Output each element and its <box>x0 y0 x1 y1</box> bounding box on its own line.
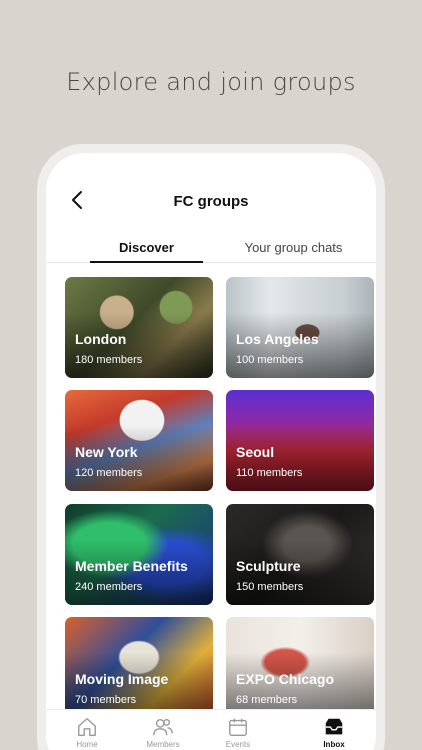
nav-label: Members <box>146 740 180 749</box>
group-name: Sculpture <box>236 558 301 574</box>
nav-inbox[interactable]: Inbox <box>304 716 364 749</box>
tab-discover[interactable]: Discover <box>90 240 203 255</box>
nav-label: Inbox <box>323 740 345 749</box>
group-name: Member Benefits <box>75 558 188 574</box>
group-card-expo-chicago[interactable]: EXPO Chicago 68 members <box>226 617 374 718</box>
group-member-count: 240 members <box>75 581 143 593</box>
group-card-london[interactable]: London 180 members <box>65 277 213 378</box>
group-name: New York <box>75 444 138 460</box>
nav-members[interactable]: Members <box>133 716 193 749</box>
calendar-icon <box>229 718 247 736</box>
group-member-count: 120 members <box>75 467 143 479</box>
phone-frame: FC groups Discover Your group chats Lond… <box>37 144 385 750</box>
group-card-member-benefits[interactable]: Member Benefits 240 members <box>65 504 213 605</box>
group-member-count: 68 members <box>236 694 298 706</box>
members-icon <box>153 718 173 736</box>
home-icon <box>78 718 96 736</box>
group-member-count: 110 members <box>236 467 303 479</box>
group-member-count: 180 members <box>75 354 143 366</box>
page-title: FC groups <box>173 193 249 210</box>
group-member-count: 100 members <box>236 354 304 366</box>
bottom-nav: Home Members Events Inbox <box>46 709 376 750</box>
group-card-sculpture[interactable]: Sculpture 150 members <box>226 504 374 605</box>
group-member-count: 150 members <box>236 581 304 593</box>
group-name: Los Angeles <box>236 331 319 347</box>
group-card-seoul[interactable]: Seoul 110 members <box>226 390 374 491</box>
group-card-new-york[interactable]: New York 120 members <box>65 390 213 491</box>
group-member-count: 70 members <box>75 694 137 706</box>
nav-events[interactable]: Events <box>208 716 268 749</box>
group-name: Seoul <box>236 444 275 460</box>
tab-bar: Discover Your group chats <box>46 233 376 263</box>
group-card-los-angeles[interactable]: Los Angeles 100 members <box>226 277 374 378</box>
top-bar: FC groups <box>46 153 376 233</box>
app-screen: FC groups Discover Your group chats Lond… <box>46 153 376 750</box>
group-name: EXPO Chicago <box>236 671 335 687</box>
group-name: London <box>75 331 127 347</box>
group-card-moving-image[interactable]: Moving Image 70 members <box>65 617 213 718</box>
nav-home[interactable]: Home <box>57 716 117 749</box>
nav-label: Home <box>76 740 98 749</box>
active-tab-indicator <box>90 261 203 263</box>
inbox-icon <box>325 718 343 735</box>
tab-your-group-chats[interactable]: Your group chats <box>231 240 356 255</box>
group-name: Moving Image <box>75 671 169 687</box>
promo-headline: Explore and join groups <box>66 68 356 96</box>
nav-label: Events <box>225 740 251 749</box>
